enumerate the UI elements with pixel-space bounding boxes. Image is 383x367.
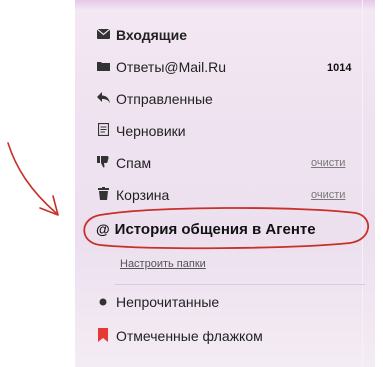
annotation-ellipse <box>83 207 369 250</box>
annotation-arrow-shaft <box>7 142 57 214</box>
annotation-overlay <box>7 142 369 250</box>
